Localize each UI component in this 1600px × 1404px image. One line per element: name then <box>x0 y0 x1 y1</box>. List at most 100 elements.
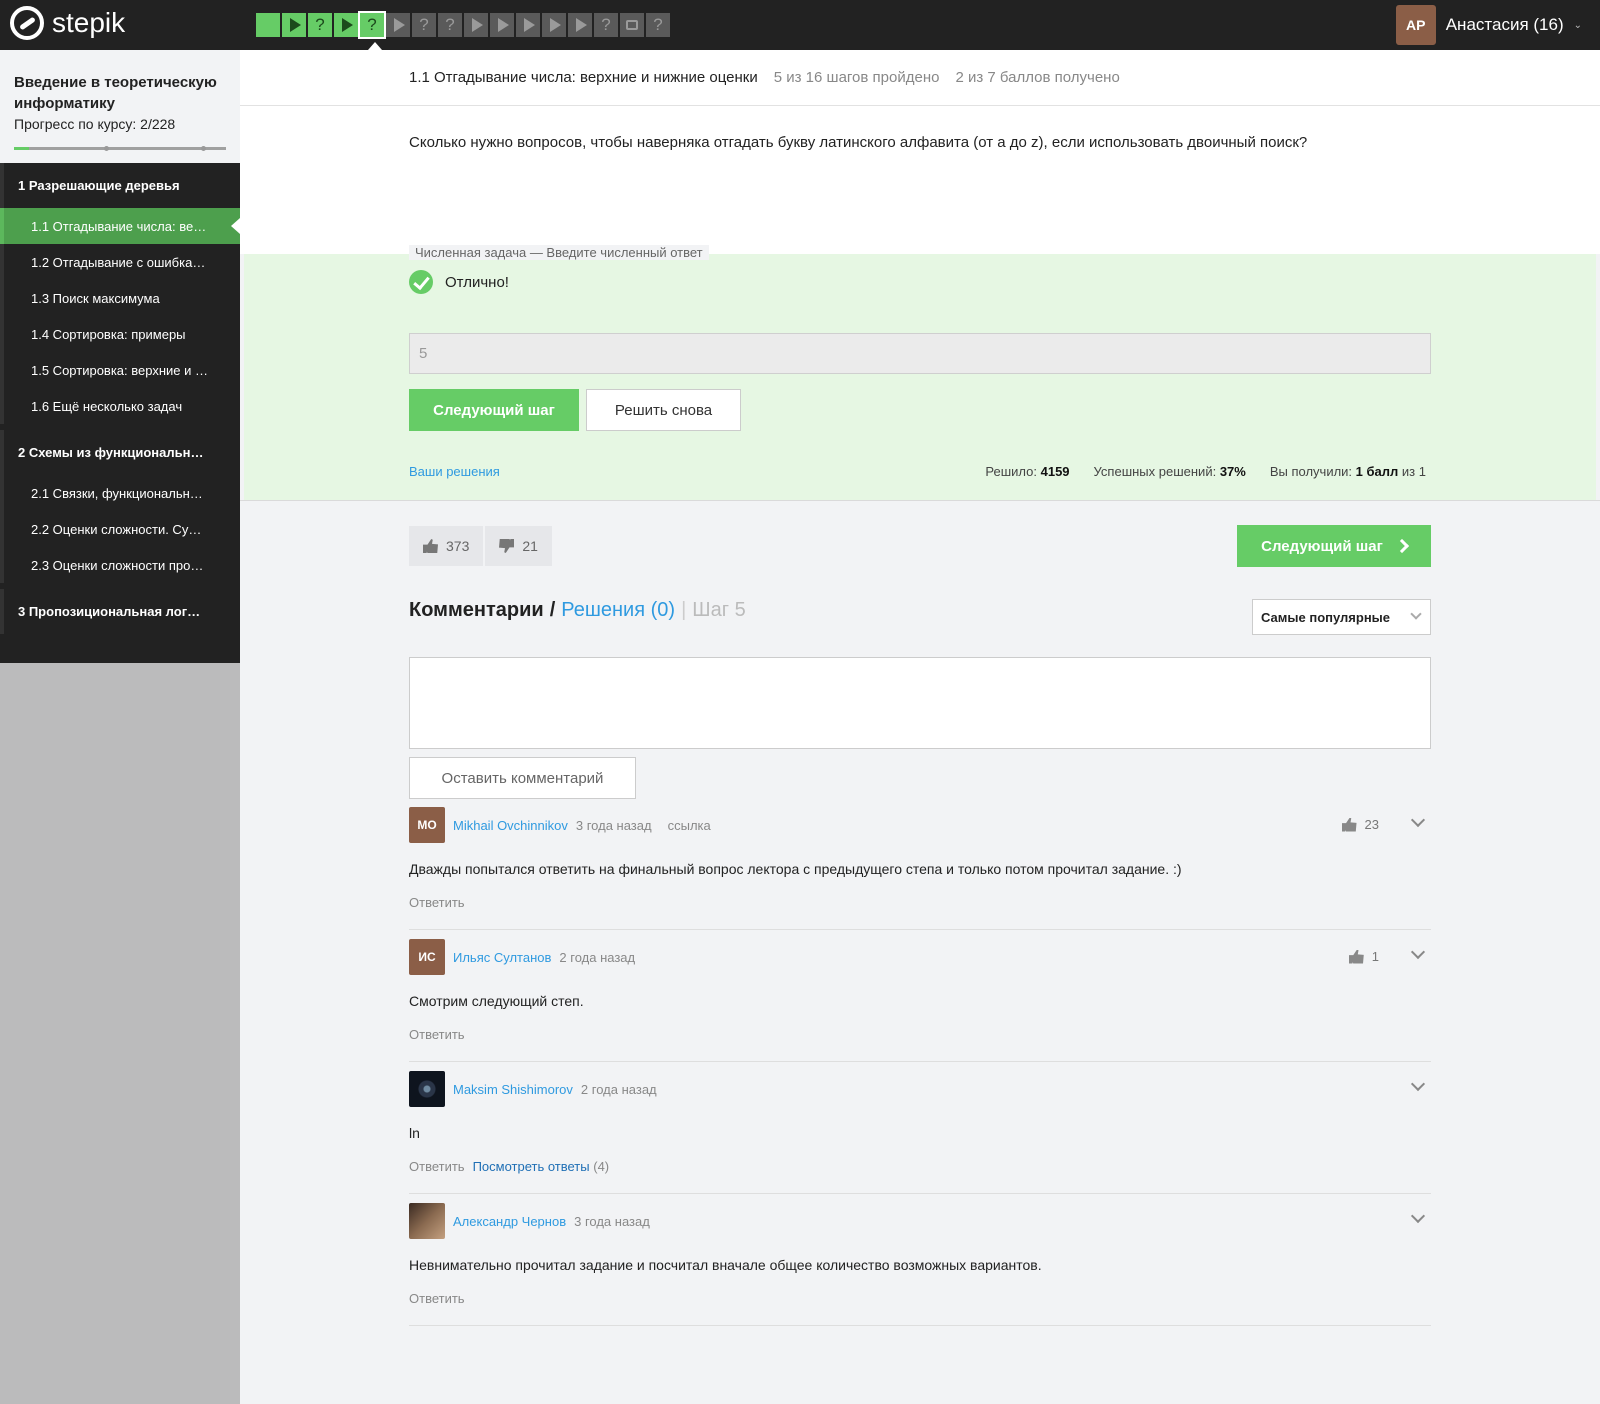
sidebar-lesson-1-4[interactable]: 1.4 Сортировка: примеры <box>0 316 240 352</box>
step-navigation: ?????? <box>256 11 670 39</box>
comment-text: ln <box>409 1125 420 1141</box>
play-icon <box>575 18 587 32</box>
step-4-video[interactable] <box>334 13 358 37</box>
avatar[interactable] <box>409 1071 445 1107</box>
stepik-logo-icon <box>10 6 44 40</box>
play-icon <box>549 18 561 32</box>
sidebar-lesson-1-5[interactable]: 1.5 Сортировка: верхние и … <box>0 352 240 388</box>
next-step-nav-button[interactable]: Следующий шаг <box>1237 525 1431 567</box>
comment-input[interactable] <box>409 657 1431 749</box>
sidebar-lesson-1-1[interactable]: 1.1 Отгадывание числа: ве… <box>0 208 240 244</box>
step-14-quiz[interactable]: ? <box>594 13 618 37</box>
chevron-down-icon <box>1410 608 1422 620</box>
step-16-quiz[interactable]: ? <box>646 13 670 37</box>
sidebar-lesson-2-1[interactable]: 2.1 Связки, функциональн… <box>0 475 240 511</box>
solved-label: Решило: <box>985 464 1037 479</box>
solved-stat: Решило: 4159 <box>985 464 1069 479</box>
thumbs-up-icon <box>1348 949 1364 964</box>
next-step-button[interactable]: Следующий шаг <box>409 389 579 431</box>
quiz-block: Численная задача — Введите численный отв… <box>244 245 1596 500</box>
next-step-label: Следующий шаг <box>1261 537 1383 555</box>
view-replies-link[interactable]: Посмотреть ответы (4) <box>473 1159 610 1174</box>
step-3-quiz[interactable]: ? <box>308 13 332 37</box>
sidebar-lesson-1-3[interactable]: 1.3 Поиск максимума <box>0 280 240 316</box>
reply-link[interactable]: Ответить <box>409 1027 465 1042</box>
dislike-button[interactable]: 21 <box>485 526 552 566</box>
step-8-quiz[interactable]: ? <box>438 13 462 37</box>
step-10-video[interactable] <box>490 13 514 37</box>
step-6-video[interactable] <box>386 13 410 37</box>
comment-like-button[interactable]: 23 <box>1341 817 1379 832</box>
lesson-list: 1 Разрешающие деревья 1.1 Отгадывание чис… <box>0 163 240 634</box>
title-slash: / <box>549 599 556 621</box>
sidebar-lesson-2-2[interactable]: 2.2 Оценки сложности. Су… <box>0 511 240 547</box>
course-title[interactable]: Введение в теоретическую информатику <box>14 72 226 114</box>
progress-label: Прогресс по курсу: <box>14 116 137 132</box>
success-stat: Успешных решений: 37% <box>1094 464 1246 479</box>
chevron-right-icon <box>1394 538 1409 554</box>
step-15-discussion[interactable] <box>620 13 644 37</box>
stepik-logo[interactable]: stepik <box>10 6 125 40</box>
avatar[interactable]: МО <box>409 807 445 843</box>
sidebar-section-1[interactable]: 1 Разрешающие деревья <box>0 163 240 208</box>
user-menu[interactable]: АР Анастасия (16) ⌄ <box>1395 5 1582 45</box>
step-2-video[interactable] <box>282 13 306 37</box>
avatar[interactable]: ИС <box>409 939 445 975</box>
score-stat: Вы получили: 1 балл из 1 <box>1270 464 1426 479</box>
comment-author[interactable]: Maksim Shishimorov <box>453 1082 573 1097</box>
step-7-quiz[interactable]: ? <box>412 13 436 37</box>
comment-author[interactable]: Mikhail Ovchinnikov <box>453 818 568 833</box>
progress-bar-fill <box>14 147 29 150</box>
comment-time[interactable]: 3 года назад <box>574 1214 650 1229</box>
step-5-quiz[interactable]: ? <box>358 11 386 39</box>
sidebar-section-3[interactable]: 3 Пропозициональная лог… <box>0 589 240 634</box>
play-icon <box>497 18 509 32</box>
submit-comment-button[interactable]: Оставить комментарий <box>409 757 636 799</box>
sidebar-lesson-1-2[interactable]: 1.2 Отгадывание с ошибка… <box>0 244 240 280</box>
solve-again-button[interactable]: Решить снова <box>586 389 741 431</box>
play-icon <box>289 18 301 32</box>
step-11-video[interactable] <box>516 13 540 37</box>
lesson-title: 1.1 Отгадывание числа: верхние и нижние … <box>409 69 758 86</box>
sidebar-lesson-1-6[interactable]: 1.6 Ещё несколько задач <box>0 388 240 424</box>
comment-time[interactable]: 2 года назад <box>559 950 635 965</box>
avatar[interactable] <box>409 1203 445 1239</box>
comment-actions: Ответить <box>409 1027 1431 1042</box>
sidebar-section-2[interactable]: 2 Схемы из функциональн… <box>0 430 240 475</box>
solutions-tab[interactable]: Решения (0) <box>561 599 675 622</box>
thumbs-down-icon <box>499 539 514 553</box>
like-button[interactable]: 373 <box>409 526 484 566</box>
step-votes: 373 21 <box>409 526 552 566</box>
comment-like-button[interactable]: 1 <box>1348 949 1379 964</box>
reply-link[interactable]: Ответить <box>409 895 465 910</box>
comment-header: Александр Чернов 3 года назад <box>409 1203 1431 1239</box>
comment-text: Дважды попытался ответить на финальный в… <box>409 861 1182 877</box>
comment-time[interactable]: 2 года назад <box>581 1082 657 1097</box>
answer-field[interactable]: 5 <box>409 333 1431 374</box>
your-solutions-link[interactable]: Ваши решения <box>409 464 500 479</box>
comment-author[interactable]: Александр Чернов <box>453 1214 566 1229</box>
comment-permalink[interactable]: ссылка <box>668 818 711 833</box>
main-content: 1.1 Отгадывание числа: верхние и нижние … <box>240 50 1600 1326</box>
comment-header: ИС Ильяс Султанов 2 года назад <box>409 939 1431 975</box>
comment-like-count: 1 <box>1371 949 1379 964</box>
divider <box>409 1325 1431 1326</box>
comment-actions: Ответить <box>409 1291 1431 1306</box>
comment-author[interactable]: Ильяс Султанов <box>453 950 551 965</box>
logo-text: stepik <box>52 7 126 38</box>
sidebar-empty-area <box>0 663 240 1404</box>
step-1-text[interactable] <box>256 13 280 37</box>
score-value: 1 балл <box>1355 464 1399 479</box>
divider <box>240 500 1600 501</box>
comments-tab[interactable]: Комментарии <box>409 599 544 622</box>
sort-select[interactable]: Самые популярные <box>1252 599 1431 635</box>
lesson-steps-passed: 5 из 16 шагов пройдено <box>773 69 940 86</box>
like-count: 373 <box>446 538 470 554</box>
comment-time[interactable]: 3 года назад <box>576 818 652 833</box>
step-13-video[interactable] <box>568 13 592 37</box>
sidebar-lesson-2-3[interactable]: 2.3 Оценки сложности про… <box>0 547 240 583</box>
step-12-video[interactable] <box>542 13 566 37</box>
step-9-video[interactable] <box>464 13 488 37</box>
reply-link[interactable]: Ответить <box>409 1159 465 1174</box>
reply-link[interactable]: Ответить <box>409 1291 465 1306</box>
